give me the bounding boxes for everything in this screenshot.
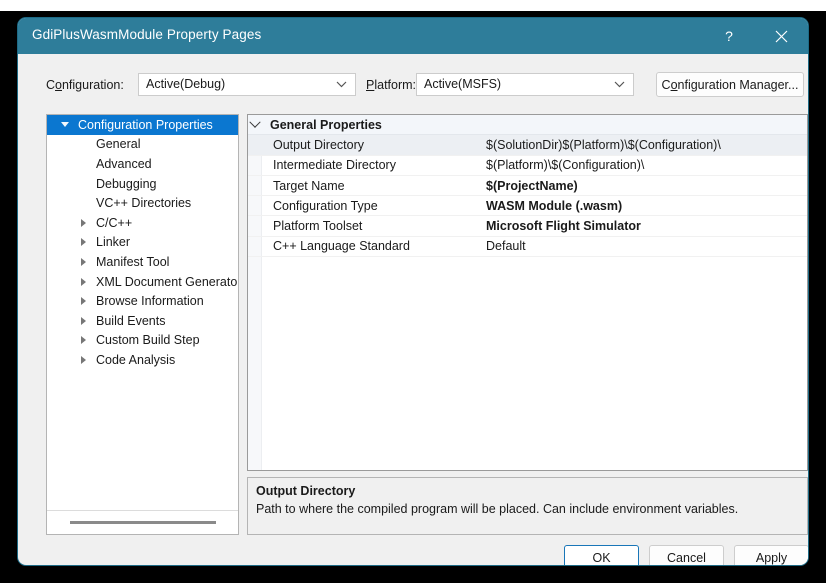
property-value[interactable]: Microsoft Flight Simulator: [486, 219, 641, 233]
platform-combobox[interactable]: Active(MSFS): [416, 73, 634, 96]
configuration-manager-button[interactable]: Co nfiguration Manager...: [656, 72, 804, 97]
chevron-right-icon[interactable]: [75, 277, 91, 286]
chevron-right-icon[interactable]: [75, 257, 91, 266]
property-row-intermediate-directory[interactable]: Intermediate Directory $(Platform)\$(Conf…: [248, 156, 807, 176]
tree-item-label: XML Document Generator: [96, 274, 239, 289]
tree-item-label: Build Events: [96, 313, 166, 328]
apply-button[interactable]: Apply: [734, 545, 808, 565]
tree-item-debugging[interactable]: Debugging: [47, 174, 238, 194]
property-value[interactable]: $(SolutionDir)$(Platform)\$(Configuratio…: [486, 138, 721, 152]
tree-item-custom-build-step[interactable]: Custom Build Step: [47, 331, 238, 351]
property-row-c-language-standard[interactable]: C++ Language Standard Default: [248, 237, 807, 258]
property-value[interactable]: $(ProjectName): [486, 179, 578, 193]
chevron-right-icon[interactable]: [75, 336, 91, 345]
tree-item-general[interactable]: General: [47, 135, 238, 155]
property-name: C++ Language Standard: [273, 239, 410, 254]
property-value[interactable]: WASM Module (.wasm): [486, 199, 622, 213]
property-row-output-directory[interactable]: Output Directory $(SolutionDir)$(Platform…: [248, 135, 807, 156]
tree-item-configuration-properties[interactable]: Configuration Properties: [47, 115, 238, 135]
property-grid[interactable]: General Properties Output Directory $(Solu…: [247, 114, 808, 471]
tree-item-label: General: [96, 137, 141, 152]
property-name: Target Name: [273, 178, 345, 193]
configuration-combobox[interactable]: Active(Debug): [138, 73, 356, 96]
tree-item-label: Browse Information: [96, 294, 204, 309]
property-row-target-name[interactable]: Target Name $(ProjectName): [248, 176, 807, 197]
dialog-titlebar: GdiPlusWasmModule Property Pages ?: [18, 18, 808, 54]
tree-item-label: Manifest Tool: [96, 254, 170, 269]
splitter-grip-icon: [69, 521, 216, 524]
tree-item-label: Debugging: [96, 176, 157, 191]
property-row-configuration-type[interactable]: Configuration Type WASM Module (.wasm): [248, 196, 807, 217]
screenshot-root: GdiPlusWasmModule Property Pages ? Confi…: [0, 0, 826, 583]
property-grid-rows: General Properties Output Directory $(Solu…: [248, 115, 807, 258]
platform-value: Active(MSFS): [424, 77, 502, 91]
property-row-platform-toolset[interactable]: Platform Toolset Microsoft Flight Simulat…: [248, 216, 807, 237]
configuration-tree[interactable]: Configuration Properties General Advanced D…: [46, 114, 239, 535]
configuration-label: Configuration:: [46, 78, 124, 92]
tree-item-label: Code Analysis: [96, 352, 176, 367]
property-category-general-properties[interactable]: General Properties: [248, 115, 807, 136]
tree-item-code-analysis[interactable]: Code Analysis: [47, 350, 238, 370]
tree-item-c-c[interactable]: C/C++: [47, 213, 238, 233]
chevron-right-icon[interactable]: [75, 297, 91, 306]
tree-item-build-events[interactable]: Build Events: [47, 311, 238, 331]
configuration-tree-list: Configuration Properties General Advanced D…: [47, 115, 238, 370]
chevron-down-icon: [612, 74, 626, 95]
description-panel: Output Directory Path to where the compi…: [247, 477, 808, 535]
tree-item-label: Advanced: [96, 156, 152, 171]
chevron-down-icon[interactable]: [57, 122, 73, 128]
tree-item-linker[interactable]: Linker: [47, 233, 238, 253]
configuration-value: Active(Debug): [146, 77, 226, 91]
property-name: Platform Toolset: [273, 219, 363, 234]
chevron-right-icon[interactable]: [75, 316, 91, 325]
chevron-down-icon[interactable]: [248, 116, 262, 129]
property-value[interactable]: $(Platform)\$(Configuration)\: [486, 158, 644, 172]
property-name: Intermediate Directory: [273, 158, 396, 173]
chevron-right-icon[interactable]: [75, 218, 91, 227]
chevron-down-icon: [334, 74, 348, 95]
ok-button[interactable]: OK: [564, 545, 639, 565]
property-value[interactable]: Default: [486, 239, 526, 253]
tree-item-label: Configuration Properties: [78, 117, 213, 132]
tree-item-label: C/C++: [96, 215, 133, 230]
property-category-label: General Properties: [270, 117, 382, 132]
tree-item-label: Custom Build Step: [96, 333, 200, 348]
tree-item-label: Linker: [96, 235, 131, 250]
configuration-bar: Configuration: Active(Debug) Platform: A…: [18, 54, 808, 100]
close-button[interactable]: [758, 18, 804, 54]
help-button[interactable]: ?: [706, 18, 752, 54]
tree-item-label: VC++ Directories: [96, 196, 192, 211]
tree-item-browse-information[interactable]: Browse Information: [47, 291, 238, 311]
property-name: Configuration Type: [273, 198, 378, 213]
tree-item-manifest-tool[interactable]: Manifest Tool: [47, 252, 238, 272]
question-mark-icon: ?: [725, 28, 733, 44]
cancel-button[interactable]: Cancel: [649, 545, 724, 565]
chevron-right-icon[interactable]: [75, 238, 91, 247]
dialog-title: GdiPlusWasmModule Property Pages: [32, 27, 262, 42]
platform-label: Platform:: [366, 78, 417, 92]
tree-item-vc-directories[interactable]: VC++ Directories: [47, 193, 238, 213]
tree-item-xml-document-generator[interactable]: XML Document Generator: [47, 272, 238, 292]
chevron-right-icon[interactable]: [75, 355, 91, 364]
tree-item-advanced[interactable]: Advanced: [47, 154, 238, 174]
tree-splitter-handle[interactable]: [47, 510, 238, 534]
property-name: Output Directory: [273, 137, 365, 152]
close-icon: [775, 30, 787, 42]
description-body: Path to where the compiled program will …: [256, 502, 739, 516]
property-pages-dialog: GdiPlusWasmModule Property Pages ? Confi…: [18, 18, 808, 565]
description-title: Output Directory: [256, 484, 356, 498]
